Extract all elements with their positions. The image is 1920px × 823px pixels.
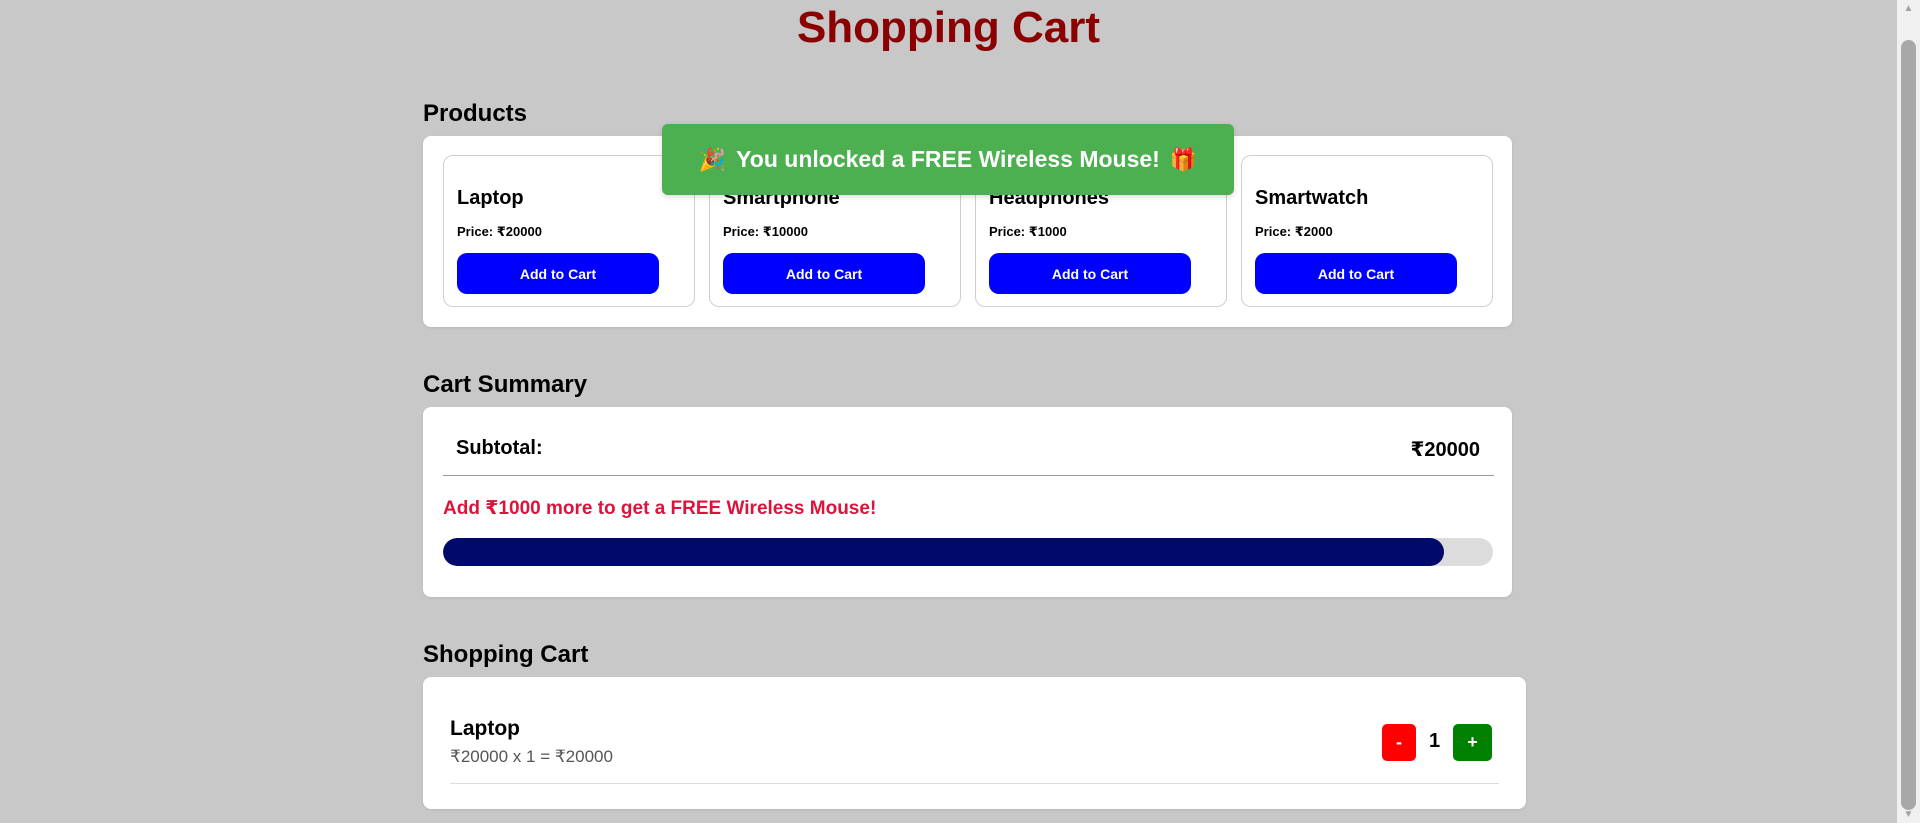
scroll-up-icon[interactable]: ▲ <box>1897 0 1920 17</box>
subtotal-value: ₹20000 <box>1410 439 1480 461</box>
free-gift-promo-text: Add ₹1000 more to get a FREE Wireless Mo… <box>443 498 877 519</box>
add-to-cart-button[interactable]: Add to Cart <box>723 253 925 294</box>
scrollbar-thumb[interactable] <box>1901 40 1916 810</box>
quantity-value: 1 <box>1428 730 1441 752</box>
scroll-down-icon[interactable]: ▼ <box>1897 806 1920 823</box>
product-card: Smartwatch Price: ₹2000 Add to Cart <box>1241 155 1493 307</box>
shopping-cart-heading: Shopping Cart <box>423 641 589 668</box>
product-name: Laptop <box>457 187 524 209</box>
free-gift-toast: 🎉 You unlocked a FREE Wireless Mouse! 🎁 <box>662 124 1234 195</box>
progress-fill <box>443 538 1444 566</box>
shopping-cart-card: Laptop ₹20000 x 1 = ₹20000 - 1 + <box>423 677 1526 809</box>
subtotal-label: Subtotal: <box>456 437 543 459</box>
product-price: Price: ₹1000 <box>989 224 1067 239</box>
add-to-cart-button[interactable]: Add to Cart <box>457 253 659 294</box>
divider <box>443 475 1494 476</box>
free-gift-progress-bar <box>443 538 1493 566</box>
products-heading: Products <box>423 100 528 127</box>
cart-summary-heading: Cart Summary <box>423 371 588 398</box>
divider <box>450 783 1499 784</box>
product-name: Smartwatch <box>1255 187 1369 209</box>
product-price: Price: ₹2000 <box>1255 224 1333 239</box>
decrease-quantity-button[interactable]: - <box>1382 724 1416 761</box>
scrollbar[interactable]: ▲ ▼ <box>1897 0 1920 823</box>
cart-summary-card: Subtotal: ₹20000 Add ₹1000 more to get a… <box>423 407 1512 597</box>
cart-item-name: Laptop <box>450 717 520 740</box>
page: Shopping Cart Products Laptop Price: ₹20… <box>0 0 1920 823</box>
product-card: Laptop Price: ₹20000 Add to Cart <box>443 155 695 307</box>
page-title: Shopping Cart <box>796 3 1101 52</box>
gift-icon: 🎁 <box>1169 146 1198 172</box>
cart-item-total: ₹20000 x 1 = ₹20000 <box>450 747 613 766</box>
add-to-cart-button[interactable]: Add to Cart <box>989 253 1191 294</box>
add-to-cart-button[interactable]: Add to Cart <box>1255 253 1457 294</box>
increase-quantity-button[interactable]: + <box>1453 724 1492 761</box>
product-price: Price: ₹20000 <box>457 224 542 239</box>
toast-text: You unlocked a FREE Wireless Mouse! <box>736 146 1160 172</box>
product-price: Price: ₹10000 <box>723 224 808 239</box>
party-popper-icon: 🎉 <box>698 146 727 172</box>
